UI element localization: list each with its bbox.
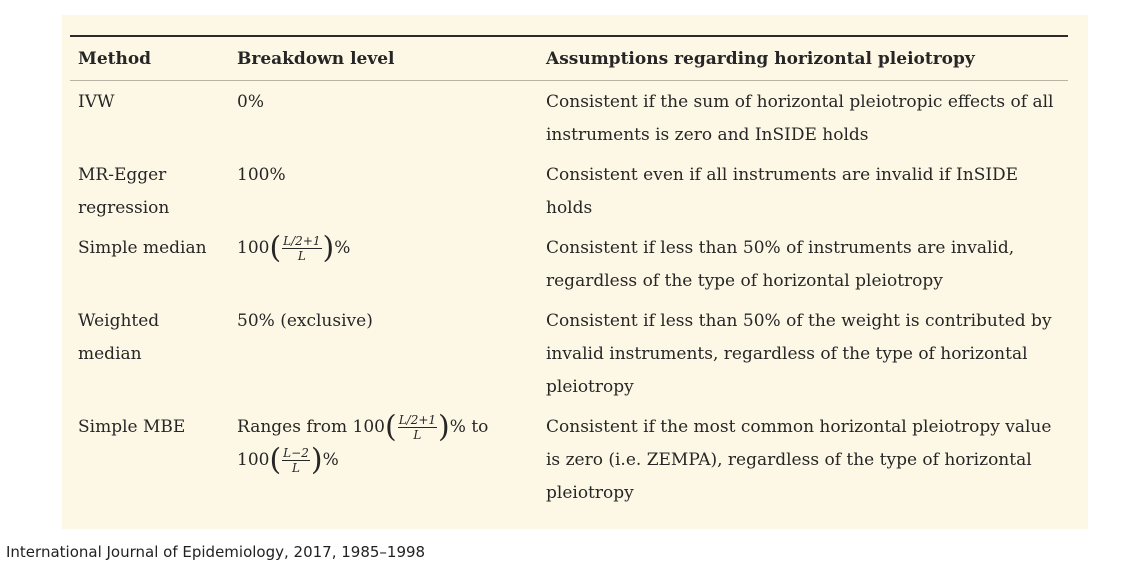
methods-table: Method Breakdown level Assumptions regar… [70,35,1068,512]
paren-close: ) [322,230,335,266]
table-header-row: Method Breakdown level Assumptions regar… [70,36,1068,81]
cell-method: Simple median [78,238,207,258]
formula-prefix: Ranges from 100 [237,417,385,437]
cell-method: Simple MBE [78,417,186,437]
fraction-denominator: L [297,249,306,263]
cell-method: IVW [78,92,115,112]
cell-breakdown: 100% [237,165,286,185]
cell-method: MR-Egger regression [78,165,170,218]
paren-open: ( [384,409,397,445]
formula-suffix: % [334,238,351,258]
cell-assumption: Consistent if the most common horizontal… [546,417,1052,503]
formula-prefix: 100 [237,238,270,258]
source-caption: International Journal of Epidemiology, 2… [6,543,426,561]
table-row: Simple MBE Ranges from 100(L/2+1 L)% to 10… [70,406,1068,512]
header-breakdown-level: Breakdown level [237,49,395,69]
paren-close: ) [438,409,450,445]
paren-close: ) [310,442,323,478]
header-method: Method [78,49,152,69]
formula-suffix: % [322,450,339,470]
table-panel: Method Breakdown level Assumptions regar… [62,15,1088,529]
fraction-numerator: L/2+1 [282,234,322,249]
cell-assumption: Consistent if less than 50% of the weigh… [546,311,1052,397]
fraction-denominator: L [292,461,300,475]
header-assumptions: Assumptions regarding horizontal pleiotr… [546,49,975,69]
cell-assumption: Consistent if the sum of horizontal plei… [546,92,1054,145]
cell-breakdown: Ranges from 100(L/2+1 L)% to 100(L−2 L)% [229,406,538,512]
paren-open: ( [269,230,282,266]
fraction-denominator: L [413,428,422,442]
formula-mid: % to [449,417,489,437]
cell-breakdown: 100(L/2+1 L)% [229,227,538,300]
cell-assumption: Consistent even if all instruments are i… [546,165,1019,218]
cell-breakdown: 50% (exclusive) [237,311,373,331]
cell-method: Weighted median [78,311,160,364]
cell-assumption: Consistent if less than 50% of instrumen… [546,238,1015,291]
table-row: MR-Egger regression 100% Consistent even… [70,154,1068,227]
fraction-numerator: L/2+1 [397,413,438,428]
cell-breakdown: 0% [237,92,264,112]
formula-prefix-2: 100 [237,450,270,470]
fraction: L−2 L [282,446,310,475]
table-row: Weighted median 50% (exclusive) Consiste… [70,300,1068,406]
table-row: Simple median 100(L/2+1 L)% Consistent if… [70,227,1068,300]
table-row: IVW 0% Consistent if the sum of horizont… [70,81,1068,155]
fraction: L/2+1 L [282,234,322,263]
fraction: L/2+1 L [397,413,438,442]
fraction-numerator: L−2 [282,446,310,461]
paren-open: ( [269,442,282,478]
